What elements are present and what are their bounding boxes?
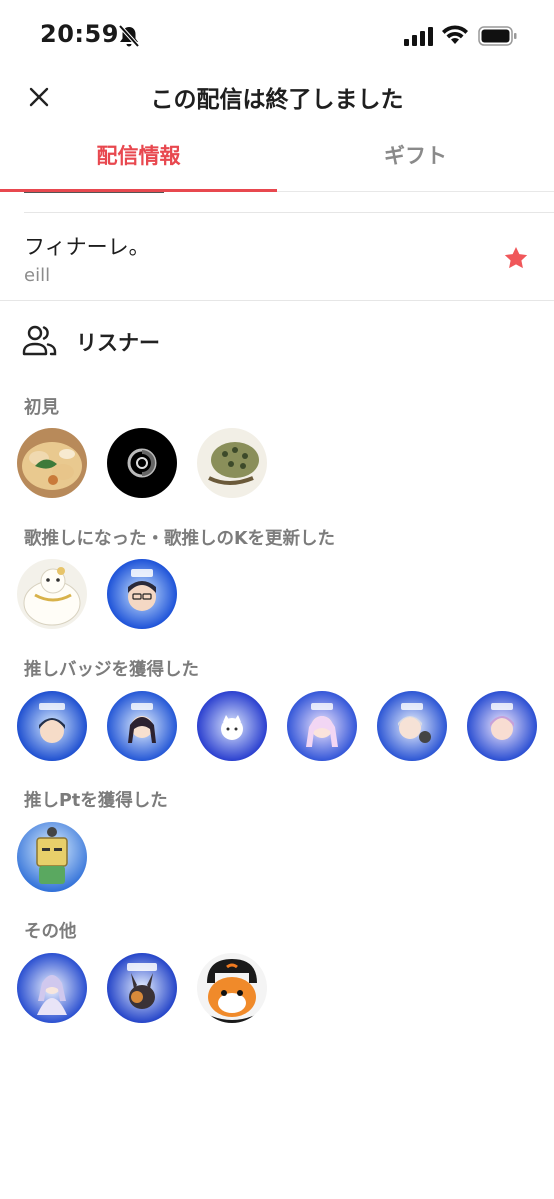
section-label-first-time: 初見 [24,398,59,418]
listener-avatar[interactable] [197,953,267,1023]
song-title: フィナーレ。 [24,235,150,259]
tab-gift[interactable]: ギフト [277,126,554,192]
listener-avatar[interactable] [107,953,177,1023]
divider [0,300,554,301]
listener-avatar[interactable] [197,691,267,761]
listener-avatar[interactable] [17,559,87,629]
listener-avatar[interactable] [107,691,177,761]
section-label-song-fan: 歌推しになった・歌推しのKを更新した [24,529,336,549]
tab-stream-info[interactable]: 配信情報 [0,126,277,192]
nav-bar: この配信は終了しました [0,66,554,126]
cellular-signal-icon [404,27,433,46]
section-label-badge: 推しバッジを獲得した [24,660,199,680]
wifi-icon [442,25,468,44]
bell-muted-icon [118,24,140,48]
listener-avatar[interactable] [17,691,87,761]
song-row[interactable]: フィナーレ。 eill [0,213,554,301]
listener-avatar[interactable] [17,428,87,498]
battery-icon [478,26,517,46]
listener-heading: リスナー [76,331,160,355]
page-title: この配信は終了しました [150,87,404,113]
listener-avatar[interactable] [107,428,177,498]
people-icon [22,325,57,356]
listener-avatar[interactable] [17,953,87,1023]
favorite-star-icon[interactable] [503,245,529,271]
listener-avatar[interactable] [107,559,177,629]
clipped-previous-row [24,192,184,200]
status-bar: 20:59 [0,0,554,66]
status-time: 20:59 [40,20,119,48]
song-artist: eill [24,265,51,286]
listener-avatar[interactable] [197,428,267,498]
listener-avatar[interactable] [377,691,447,761]
listener-avatar[interactable] [467,691,537,761]
section-label-points: 推しPtを獲得した [24,791,168,811]
listener-avatar[interactable] [287,691,357,761]
tab-bar: 配信情報 ギフト [0,126,554,192]
listener-avatar[interactable] [17,822,87,892]
section-label-other: その他 [24,922,77,942]
